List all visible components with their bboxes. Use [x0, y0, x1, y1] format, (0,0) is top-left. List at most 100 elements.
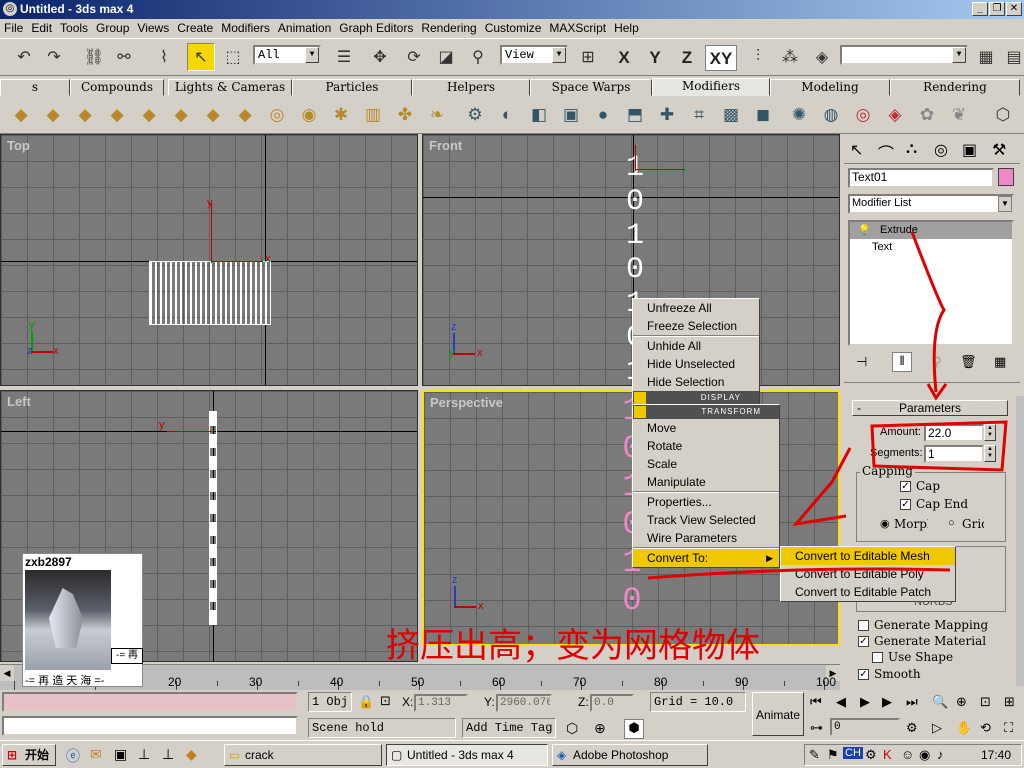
mirror-icon[interactable]: ⫶ — [744, 43, 772, 71]
app-icon[interactable]: ◎ — [3, 2, 17, 16]
maxscript-listener[interactable] — [2, 692, 298, 712]
current-frame-field[interactable]: 0 — [830, 718, 900, 736]
next-frame-icon[interactable]: ▶ — [882, 694, 892, 710]
remove-modifier-icon[interactable]: 🗑 — [960, 354, 977, 370]
start-button[interactable]: ⊞ 开始 — [2, 744, 56, 766]
tray-icon-6[interactable]: ◉ — [919, 747, 930, 763]
menu-rendering[interactable]: Rendering — [417, 19, 480, 38]
segments-spinner[interactable]: ▲ ▼ — [984, 445, 996, 462]
outlook-icon[interactable]: ✉ — [90, 746, 102, 763]
hsds-icon[interactable]: ✿ — [914, 102, 940, 128]
zoom-icon[interactable]: 🔍 — [932, 694, 948, 710]
scale-icon[interactable]: ◪ — [432, 43, 460, 71]
arc-rotate-icon[interactable]: ⟲ — [980, 720, 991, 736]
volume-icon[interactable]: ♪ — [937, 747, 944, 762]
viewport-top[interactable]: Top y x y z x — [0, 134, 418, 386]
axis-y-button[interactable]: Y — [641, 45, 669, 71]
show-end-result-icon[interactable]: ‖ — [892, 352, 912, 372]
pan-icon[interactable]: ✋ — [956, 720, 972, 736]
x-coord-field[interactable]: 1.313 — [414, 694, 468, 712]
axis-x-button[interactable]: X — [610, 45, 638, 71]
manipulate-icon[interactable]: ⚲ — [464, 43, 492, 71]
menu-tools[interactable]: Tools — [56, 19, 92, 38]
desktop-icon[interactable]: ▣ — [114, 746, 127, 763]
cylinder-map-icon[interactable]: ⬒ — [622, 102, 648, 128]
ime-indicator[interactable]: CH — [843, 747, 863, 759]
spherify-icon[interactable]: ✤ — [392, 102, 418, 128]
tray-icon-5[interactable]: ☺ — [901, 747, 914, 762]
reference-coord-select[interactable]: View ▼ — [500, 45, 568, 65]
bind-spacewarp-icon[interactable]: ⌇ — [150, 43, 178, 71]
mesh-smooth-icon[interactable]: ◍ — [818, 102, 844, 128]
y-coord-field[interactable]: 2960.076 — [496, 694, 552, 712]
material-icon[interactable]: ◎ — [850, 102, 876, 128]
render-icon[interactable]: ▤ — [1000, 43, 1024, 71]
ie-icon[interactable]: ⓔ — [66, 746, 80, 766]
menu-item-convert-2[interactable]: Convert to Editable Patch — [781, 583, 955, 601]
bend-icon[interactable]: ◆ — [8, 102, 34, 128]
z-coord-field[interactable]: 0.0 — [590, 694, 634, 712]
play-icon[interactable]: ▶ — [860, 694, 870, 710]
menu-item-other-2[interactable]: Wire Parameters — [633, 529, 779, 547]
quicklaunch-icon-1[interactable]: ⊥ — [138, 746, 150, 763]
stretch-icon[interactable]: ◆ — [136, 102, 162, 128]
material-editor-icon[interactable]: ▦ — [972, 43, 1000, 71]
close-button[interactable]: ✕ — [1006, 2, 1022, 16]
snap-icon[interactable]: ⊕ — [594, 720, 606, 737]
array-icon[interactable]: ⁂ — [776, 43, 804, 71]
redo-icon[interactable]: ↷ — [40, 43, 68, 71]
menu-group[interactable]: Group — [92, 19, 133, 38]
smooth-checkbox[interactable]: ✓ — [858, 669, 869, 680]
menu-item-convert-0[interactable]: Convert to Editable Mesh — [781, 547, 955, 565]
prev-frame-icon[interactable]: ◀ — [836, 694, 846, 710]
named-selection-select[interactable]: ▼ — [840, 45, 968, 65]
push-icon[interactable]: ◆ — [200, 102, 226, 128]
displace-icon[interactable]: ◧ — [526, 102, 552, 128]
optimize-icon[interactable]: ◈ — [882, 102, 908, 128]
pin-stack-icon[interactable]: ⊣ — [856, 354, 867, 370]
menu-item-convert-to[interactable]: Convert To: ▶ — [633, 549, 779, 567]
menu-item-other-1[interactable]: Track View Selected — [633, 511, 779, 529]
twist-icon[interactable]: ◆ — [72, 102, 98, 128]
rotate-icon[interactable]: ⟳ — [400, 43, 428, 71]
chevron-down-icon[interactable]: ▼ — [998, 196, 1012, 212]
edit-mesh-icon[interactable]: ▩ — [718, 102, 744, 128]
configure-sets-icon[interactable]: ▦ — [994, 354, 1006, 370]
amount-spinner[interactable]: ▲ ▼ — [984, 424, 996, 441]
object-name-field[interactable]: Text01 — [848, 168, 994, 188]
cube-icon[interactable]: ◼ — [750, 102, 776, 128]
turbosmooth-icon[interactable]: ❦ — [946, 102, 972, 128]
configure-icon[interactable]: ⬡ — [990, 102, 1016, 128]
align-icon[interactable]: ◈ — [808, 43, 836, 71]
menu-item-hide-unselected[interactable]: Hide Unselected — [633, 355, 759, 373]
sphere-uv-icon[interactable]: ● — [590, 102, 616, 128]
axis-xy-button[interactable]: XY — [705, 45, 737, 71]
tray-icon-3[interactable]: ⚙ — [865, 747, 877, 763]
rollout-scrollbar[interactable] — [1016, 396, 1024, 686]
cap-start-checkbox[interactable]: ✓ — [900, 481, 911, 492]
segments-input[interactable]: 1 — [924, 445, 984, 463]
select-icon[interactable]: ↖ — [187, 43, 215, 71]
move-icon[interactable]: ✥ — [366, 43, 394, 71]
text-object-side[interactable] — [209, 411, 217, 625]
quicklaunch-icon-3[interactable]: ◆ — [186, 746, 197, 763]
goto-end-icon[interactable]: ⏭ — [906, 694, 918, 710]
tab-2[interactable]: Lights & Cameras — [168, 79, 292, 96]
use-shape-checkbox[interactable] — [872, 652, 883, 663]
tray-icon-1[interactable]: ✎ — [809, 747, 820, 763]
lattice-icon[interactable]: ⚙ — [462, 102, 488, 128]
selection-lock-icon[interactable]: ⬡ — [566, 720, 578, 737]
menu-create[interactable]: Create — [173, 19, 217, 38]
noise-icon[interactable]: ◆ — [104, 102, 130, 128]
undo-icon[interactable]: ↶ — [10, 43, 38, 71]
modify-tab-icon[interactable]: ⌒ — [878, 140, 894, 164]
select-by-name-icon[interactable]: ☰ — [330, 43, 358, 71]
absolute-mode-icon[interactable]: ⊡ — [380, 693, 391, 709]
grid-radio[interactable]: ○ — [948, 517, 955, 529]
tab-4[interactable]: Helpers — [412, 79, 530, 96]
fov-icon[interactable]: ▷ — [932, 720, 942, 736]
pivot-center-icon[interactable]: ⊞ — [574, 43, 602, 71]
viewport-front[interactable]: Front 1010101 z y x — [422, 134, 840, 386]
display-tab-icon[interactable]: ▣ — [962, 140, 977, 160]
menu-customize[interactable]: Customize — [481, 19, 546, 38]
